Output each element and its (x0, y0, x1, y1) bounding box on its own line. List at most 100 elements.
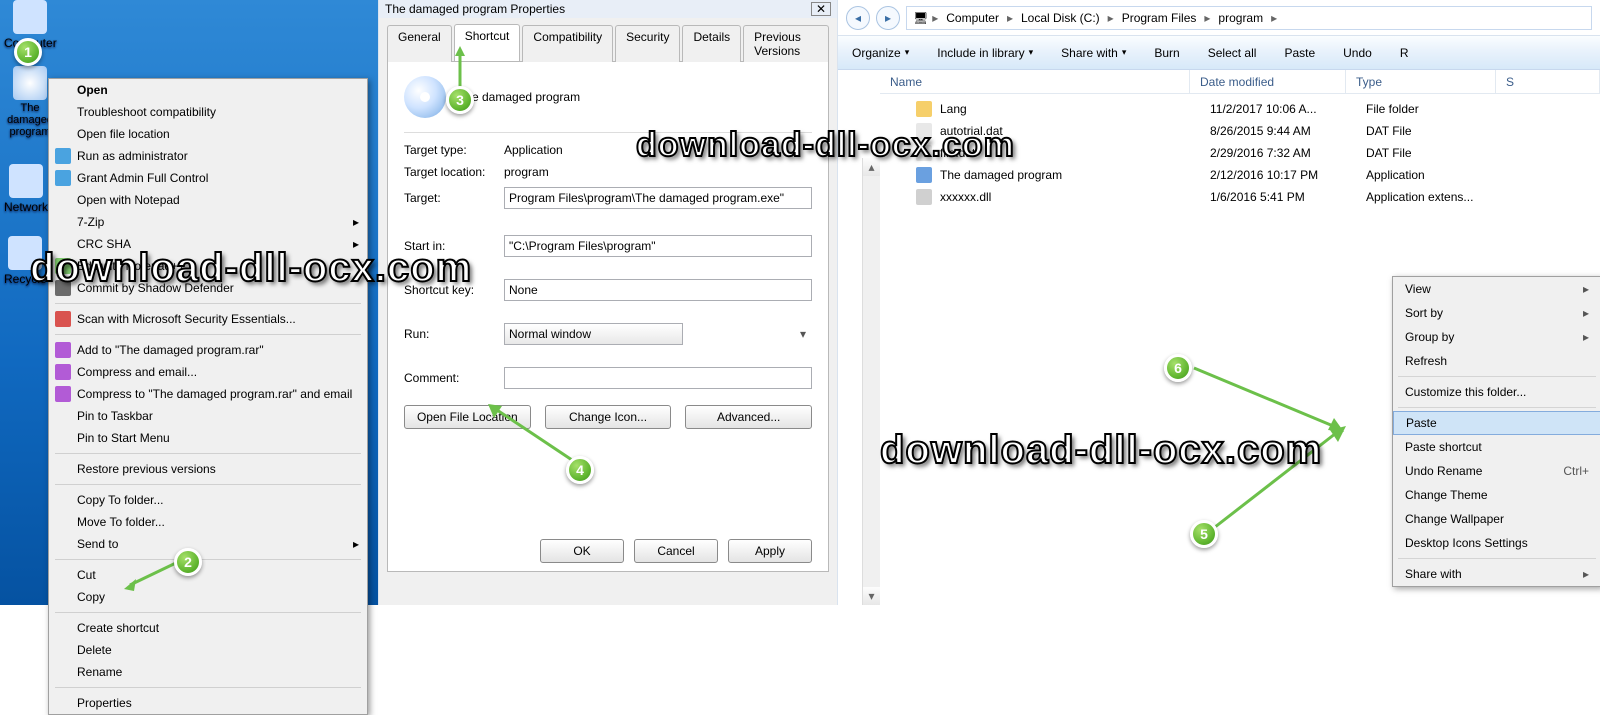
shortcut-key-label: Shortcut key: (404, 283, 504, 297)
target-location-label: Target location: (404, 165, 504, 179)
menu-item[interactable]: Undo RenameCtrl+ (1393, 459, 1600, 483)
run-select[interactable] (504, 323, 683, 345)
menu-item[interactable]: Grant Admin Full Control (49, 167, 367, 189)
file-row[interactable]: The damaged program2/12/2016 10:17 PMApp… (880, 164, 1600, 186)
col-name[interactable]: Name (880, 70, 1190, 93)
menu-item[interactable]: 7-Zip▸ (49, 211, 367, 233)
toolbar-select-all[interactable]: Select all (1208, 46, 1257, 60)
breadcrumb-seg[interactable]: Local Disk (C:) (1017, 9, 1104, 27)
file-row[interactable]: Lang11/2/2017 10:06 A...File folder (880, 98, 1600, 120)
menu-item[interactable]: Restore previous versions (49, 458, 367, 480)
menu-item[interactable]: Desktop Icons Settings (1393, 531, 1600, 555)
context-menu-shortcut: OpenTroubleshoot compatibilityOpen file … (48, 78, 368, 715)
step-badge-2: 2 (174, 548, 202, 576)
menu-item[interactable]: Copy To folder... (49, 489, 367, 511)
comment-input[interactable] (504, 367, 812, 389)
col-type[interactable]: Type (1346, 70, 1496, 93)
file-row[interactable]: autotrial.dat8/26/2015 9:44 AMDAT File (880, 120, 1600, 142)
back-button[interactable]: ◂ (846, 6, 870, 30)
step-badge-3: 3 (446, 86, 474, 114)
toolbar-undo[interactable]: Undo (1343, 46, 1372, 60)
toolbar-organize[interactable]: Organize▾ (852, 46, 909, 60)
tab-previous-versions[interactable]: Previous Versions (743, 25, 829, 62)
menu-item[interactable]: Add to "The damaged program.rar" (49, 339, 367, 361)
target-type-value: Application (504, 143, 563, 157)
menu-item[interactable]: Refresh (1393, 349, 1600, 373)
toolbar-r[interactable]: R (1400, 46, 1409, 60)
menu-item[interactable]: Share with▸ (1393, 562, 1600, 586)
target-location-value: program (504, 165, 549, 179)
tab-compatibility[interactable]: Compatibility (522, 25, 613, 62)
apply-button[interactable]: Apply (728, 539, 812, 563)
menu-item[interactable]: Open file location (49, 123, 367, 145)
menu-item[interactable]: View▸ (1393, 277, 1600, 301)
menu-item[interactable]: Send to▸ (49, 533, 367, 555)
menu-item[interactable]: Cut (49, 564, 367, 586)
menu-item[interactable]: Delete (49, 639, 367, 661)
nav-pane (838, 140, 862, 605)
program-icon (404, 76, 446, 118)
menu-item[interactable]: Paste (1393, 411, 1600, 435)
desktop-icon-network[interactable]: Network (4, 164, 48, 214)
menu-item[interactable]: Move To folder... (49, 511, 367, 533)
scrollbar-nav[interactable]: ▴▾ (862, 158, 880, 605)
menu-item[interactable]: Paste shortcut (1393, 435, 1600, 459)
file-row[interactable]: file.dat2/29/2016 7:32 AMDAT File (880, 142, 1600, 164)
breadcrumb-seg[interactable]: Program Files (1118, 9, 1201, 27)
desktop-icon-recycle[interactable]: Recycle (4, 236, 47, 286)
col-date[interactable]: Date modified (1190, 70, 1346, 93)
file-row[interactable]: xxxxxx.dll1/6/2016 5:41 PMApplication ex… (880, 186, 1600, 208)
start-in-input[interactable] (504, 235, 812, 257)
menu-item[interactable]: Edit with Notepad++ (49, 255, 367, 277)
menu-item[interactable]: Group by▸ (1393, 325, 1600, 349)
menu-item[interactable]: Change Theme (1393, 483, 1600, 507)
menu-item[interactable]: Pin to Start Menu (49, 427, 367, 449)
menu-item[interactable]: Run as administrator (49, 145, 367, 167)
menu-item[interactable]: Customize this folder... (1393, 380, 1600, 404)
forward-button[interactable]: ▸ (876, 6, 900, 30)
menu-item[interactable]: Open (49, 79, 367, 101)
target-label: Target: (404, 191, 504, 205)
col-size[interactable]: S (1496, 70, 1600, 93)
step-badge-1: 1 (14, 38, 42, 66)
tab-details[interactable]: Details (682, 25, 741, 62)
breadcrumb-seg[interactable]: Computer (942, 9, 1003, 27)
breadcrumb[interactable]: 🖥▸Computer▸Local Disk (C:)▸Program Files… (906, 6, 1592, 30)
breadcrumb-seg[interactable]: program (1214, 9, 1267, 27)
menu-item[interactable]: Compress to "The damaged program.rar" an… (49, 383, 367, 405)
step-badge-6: 6 (1164, 354, 1192, 382)
cancel-button[interactable]: Cancel (634, 539, 718, 563)
properties-dialog: The damaged program Properties ✕ General… (378, 0, 838, 605)
menu-item[interactable]: Properties (49, 692, 367, 714)
column-headers[interactable]: Name Date modified Type S (880, 70, 1600, 94)
menu-item[interactable]: Rename (49, 661, 367, 683)
toolbar-share-with[interactable]: Share with▾ (1061, 46, 1126, 60)
step-badge-4: 4 (566, 456, 594, 484)
chevron-down-icon: ▾ (800, 327, 806, 341)
ok-button[interactable]: OK (540, 539, 624, 563)
toolbar-paste[interactable]: Paste (1284, 46, 1315, 60)
nav-row: ◂ ▸ 🖥▸Computer▸Local Disk (C:)▸Program F… (838, 0, 1600, 36)
menu-item[interactable]: Scan with Microsoft Security Essentials.… (49, 308, 367, 330)
step-badge-5: 5 (1190, 520, 1218, 548)
menu-item[interactable]: Commit by Shadow Defender (49, 277, 367, 299)
advanced-button[interactable]: Advanced... (685, 405, 812, 429)
close-icon[interactable]: ✕ (811, 2, 831, 16)
tab-general[interactable]: General (387, 25, 452, 62)
menu-item[interactable]: Create shortcut (49, 617, 367, 639)
menu-item[interactable]: Change Wallpaper (1393, 507, 1600, 531)
menu-item[interactable]: Compress and email... (49, 361, 367, 383)
desktop-pane: Computer The damaged program Network Rec… (0, 0, 378, 605)
toolbar-include-in-library[interactable]: Include in library▾ (937, 46, 1033, 60)
target-input[interactable] (504, 187, 812, 209)
toolbar-burn[interactable]: Burn (1154, 46, 1179, 60)
menu-item[interactable]: Troubleshoot compatibility (49, 101, 367, 123)
menu-item[interactable]: Sort by▸ (1393, 301, 1600, 325)
explorer-toolbar: Organize▾ Include in library▾ Share with▾ B… (838, 36, 1600, 70)
tab-security[interactable]: Security (615, 25, 680, 62)
menu-item[interactable]: CRC SHA▸ (49, 233, 367, 255)
shortcut-key-input[interactable] (504, 279, 812, 301)
menu-item[interactable]: Open with Notepad (49, 189, 367, 211)
menu-item[interactable]: Pin to Taskbar (49, 405, 367, 427)
start-in-label: Start in: (404, 239, 504, 253)
